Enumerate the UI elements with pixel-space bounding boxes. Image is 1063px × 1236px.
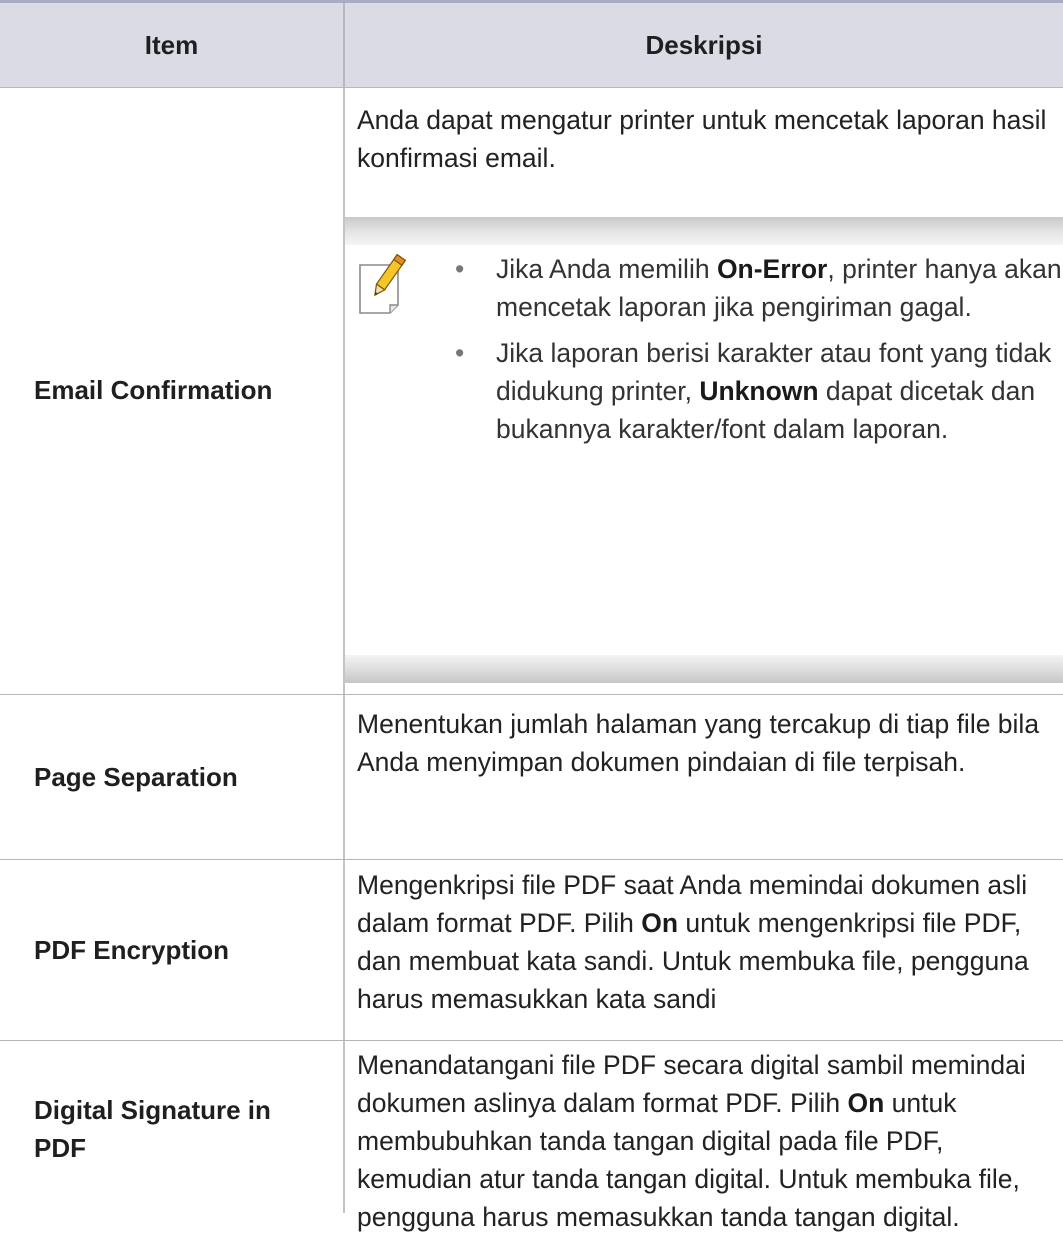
- bullet-bold-term: On-Error: [716, 254, 828, 284]
- desc-bold-term: On: [847, 1088, 885, 1118]
- row-desc-page-separation: Menentukan jumlah halaman yang tercakup …: [357, 709, 1040, 777]
- row-desc-pdf-encryption: Mengenkripsi file PDF saat Anda memindai…: [357, 866, 1057, 1018]
- note-bullet: • Jika laporan berisi karakter atau font…: [452, 334, 1063, 448]
- row-desc-digital-signature: Menandatangani file PDF secara digital s…: [357, 1046, 1057, 1236]
- note-bullet: • Jika Anda memilih On-Error, printer ha…: [452, 250, 1063, 326]
- table-header: Item Deskripsi: [0, 3, 1063, 88]
- row-desc-email-confirmation: Anda dapat mengatur printer untuk mencet…: [357, 105, 1047, 173]
- note-pencil-icon: [359, 253, 407, 314]
- row-item-pdf-encryption: PDF Encryption: [34, 935, 230, 965]
- row-item-email-confirmation: Email Confirmation: [34, 375, 273, 405]
- note-top-bar: [345, 217, 1063, 245]
- bullet-dot: •: [455, 338, 465, 368]
- header-item: Item: [144, 29, 199, 60]
- note-bullet-list: • Jika Anda memilih On-Error, printer ha…: [452, 250, 1063, 456]
- bullet-dot: •: [455, 254, 465, 284]
- row-item-digital-signature: Digital Signature in PDF: [34, 1094, 271, 1163]
- row-item-page-separation: Page Separation: [34, 762, 238, 792]
- note-bottom-bar: [345, 655, 1063, 683]
- header-description: Deskripsi: [645, 29, 763, 60]
- desc-bold-term: On: [641, 908, 679, 938]
- settings-table: Item Deskripsi Email Confirmation Anda d…: [0, 0, 1063, 1232]
- bullet-text: Jika Anda memilih: [496, 254, 717, 284]
- bullet-bold-term: Unknown: [699, 376, 819, 406]
- column-divider: [343, 3, 345, 1213]
